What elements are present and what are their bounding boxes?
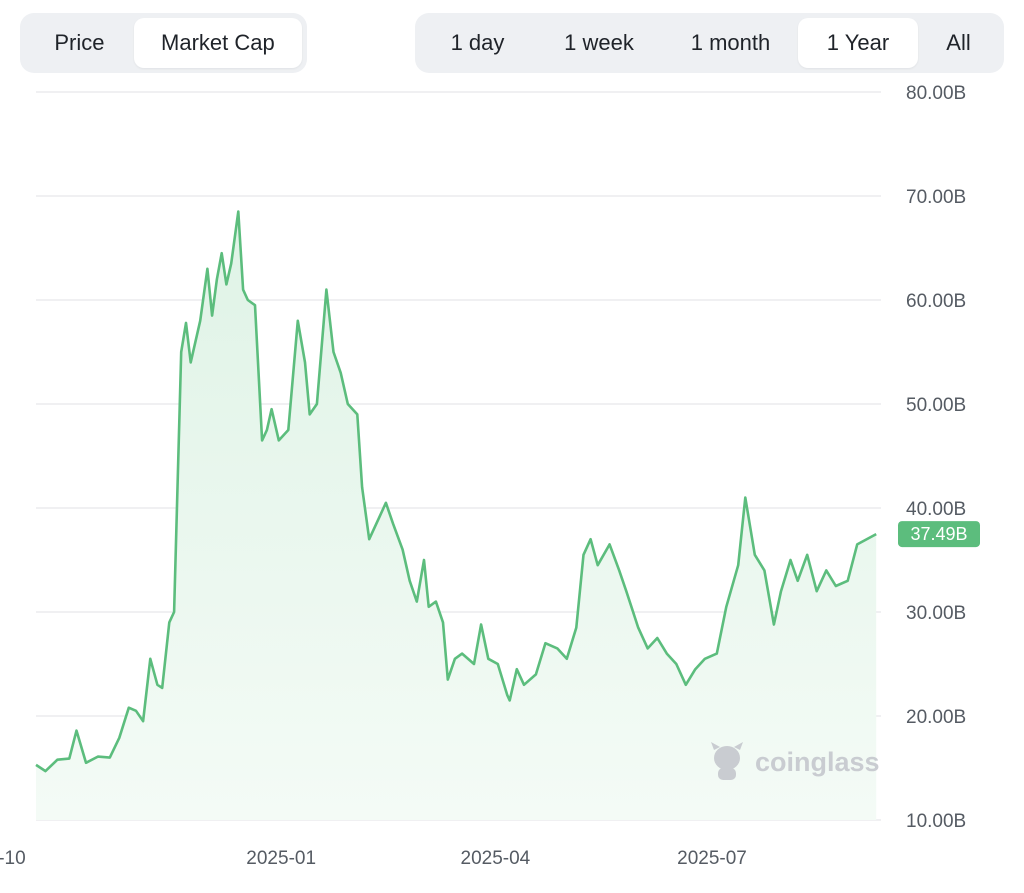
y-tick-label: 20.00B: [906, 707, 966, 728]
x-tick-label: 2025-07: [677, 848, 747, 869]
x-tick-label: 2025-01: [246, 848, 316, 869]
last-value-badge: 37.49B: [898, 521, 980, 548]
area-fill: [36, 211, 877, 821]
last-value-label: 37.49B: [910, 524, 967, 544]
x-tick-label: 2025-04: [461, 848, 531, 869]
y-tick-label: 70.00B: [906, 187, 966, 208]
y-tick-label: 40.00B: [906, 499, 966, 520]
watermark-text: coinglass: [755, 747, 880, 777]
y-tick-label: 80.00B: [906, 83, 966, 104]
x-tick-label: 2024-10: [0, 848, 26, 869]
y-tick-label: 50.00B: [906, 395, 966, 416]
y-axis: 80.00B 70.00B 60.00B 50.00B 40.00B 30.00B 20.0…: [906, 83, 966, 832]
y-tick-label: 30.00B: [906, 603, 966, 624]
y-tick-label: 10.00B: [906, 811, 966, 832]
market-cap-chart: 80.00B 70.00B 60.00B 50.00B 40.00B 30.00B 20.0…: [0, 83, 980, 869]
y-tick-label: 60.00B: [906, 291, 966, 312]
x-axis: 2024-10 2025-01 2025-04 2025-07: [0, 848, 747, 869]
